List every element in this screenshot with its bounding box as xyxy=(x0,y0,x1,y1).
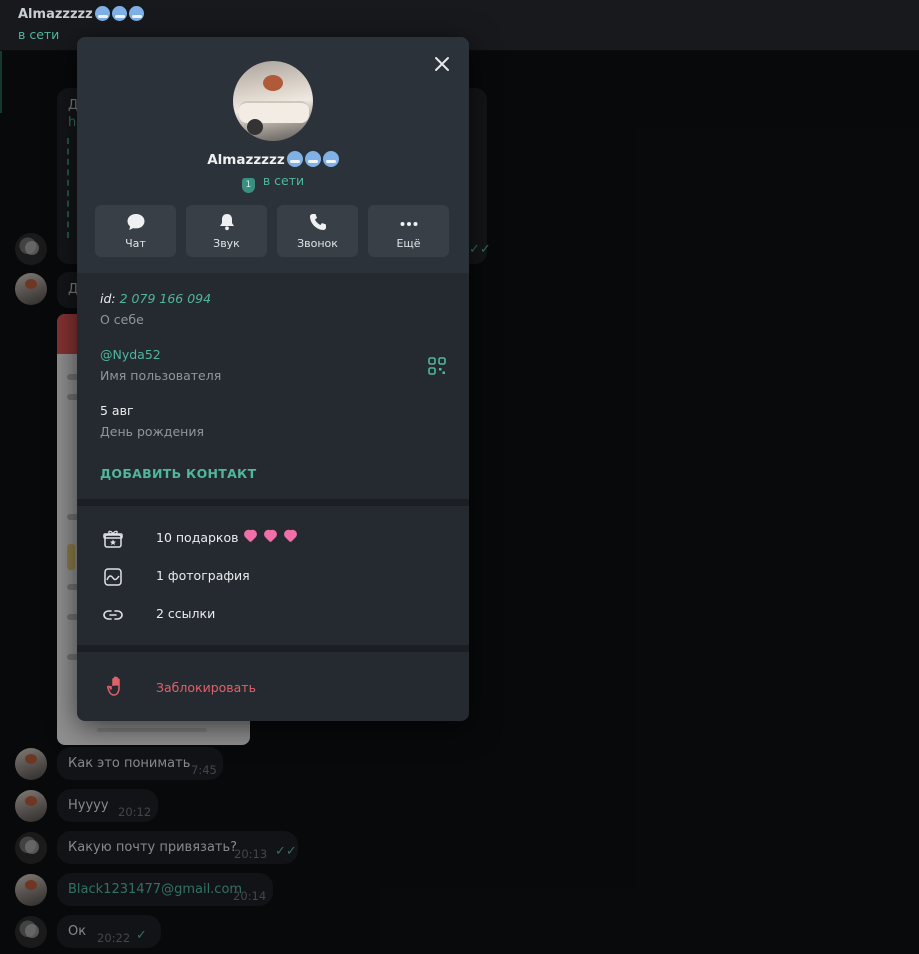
profile-status-text: в сети xyxy=(262,173,305,188)
username[interactable]: @Nyda52 xyxy=(100,347,161,362)
birthday-value: 5 авг xyxy=(100,403,134,418)
links-item[interactable]: 2 ссылки xyxy=(77,596,469,632)
block-user-label: Заблокировать xyxy=(156,680,256,695)
user-id-value: 2 079 166 094 xyxy=(119,291,212,306)
photo-cake-shape xyxy=(263,75,283,91)
chat-bubble-icon xyxy=(127,214,145,230)
more-button-label: Ещё xyxy=(396,237,421,250)
section-divider xyxy=(77,499,469,506)
shield-badge-icon: 1 xyxy=(241,178,255,193)
user-id-caption: О себе xyxy=(100,312,144,327)
cold-face-emoji-icon xyxy=(111,6,127,21)
chat-header-title: Almazzzzz xyxy=(18,6,144,22)
sound-button-label: Звук xyxy=(213,237,240,250)
bell-icon xyxy=(220,214,234,231)
gift-icon xyxy=(103,530,123,548)
chat-header-status: в сети xyxy=(18,27,60,42)
heart-emoji-icon xyxy=(242,530,259,544)
hand-stop-icon xyxy=(107,676,120,696)
links-label: 2 ссылки xyxy=(156,606,216,621)
add-contact-button[interactable]: ДОБАВИТЬ КОНТАКТ xyxy=(100,466,256,481)
block-user-button[interactable]: Заблокировать xyxy=(77,667,469,707)
chat-title-text: Almazzzzz xyxy=(18,7,93,22)
heart-emoji-icon xyxy=(262,530,279,544)
call-button-label: Звонок xyxy=(297,237,338,250)
profile-info: id: 2 079 166 094 О себе @Nyda52 Имя пол… xyxy=(77,273,469,499)
section-divider xyxy=(77,645,469,652)
photos-label: 1 фотография xyxy=(156,568,250,583)
birthday-caption: День рождения xyxy=(100,424,204,439)
photo-wheel-shape xyxy=(247,119,263,135)
profile-status: 1 в сети xyxy=(77,173,469,193)
profile-panel: Almazzzzz 1 в сети Чат Звук Звонок Ещё id… xyxy=(77,37,469,721)
gifts-label: 10 подарков xyxy=(156,530,299,545)
gifts-item[interactable]: 10 подарков xyxy=(77,520,469,556)
chat-button-label: Чат xyxy=(125,237,146,250)
chat-button[interactable]: Чат xyxy=(95,205,176,257)
qr-code-icon[interactable] xyxy=(428,357,446,379)
phone-icon xyxy=(310,214,326,230)
profile-name-text: Almazzzzz xyxy=(207,152,285,168)
close-icon[interactable] xyxy=(431,53,453,75)
profile-photo[interactable] xyxy=(233,61,313,141)
call-button[interactable]: Звонок xyxy=(277,205,358,257)
cold-face-emoji-icon xyxy=(286,151,303,167)
photos-item[interactable]: 1 фотография xyxy=(77,558,469,594)
more-button[interactable]: Ещё xyxy=(368,205,449,257)
cold-face-emoji-icon xyxy=(304,151,321,167)
more-dots-icon xyxy=(400,222,418,226)
profile-actions: Чат Звук Звонок Ещё xyxy=(95,205,451,257)
link-icon xyxy=(103,610,123,620)
cold-face-emoji-icon xyxy=(322,151,339,167)
gifts-count-text: 10 подарков xyxy=(156,530,239,545)
cold-face-emoji-icon xyxy=(128,6,144,21)
user-id-label: id: xyxy=(100,291,116,306)
heart-emoji-icon xyxy=(282,530,299,544)
user-id[interactable]: id: 2 079 166 094 xyxy=(100,291,211,306)
sound-button[interactable]: Звук xyxy=(186,205,267,257)
username-caption: Имя пользователя xyxy=(100,368,222,383)
photo-icon xyxy=(104,568,122,586)
profile-name: Almazzzzz xyxy=(77,151,469,168)
app-window: Almazzzzz в сети Д h ✓✓ Д Как это понима… xyxy=(0,0,919,954)
profile-header: Almazzzzz 1 в сети Чат Звук Звонок Ещё xyxy=(77,37,469,273)
cold-face-emoji-icon xyxy=(94,6,110,21)
